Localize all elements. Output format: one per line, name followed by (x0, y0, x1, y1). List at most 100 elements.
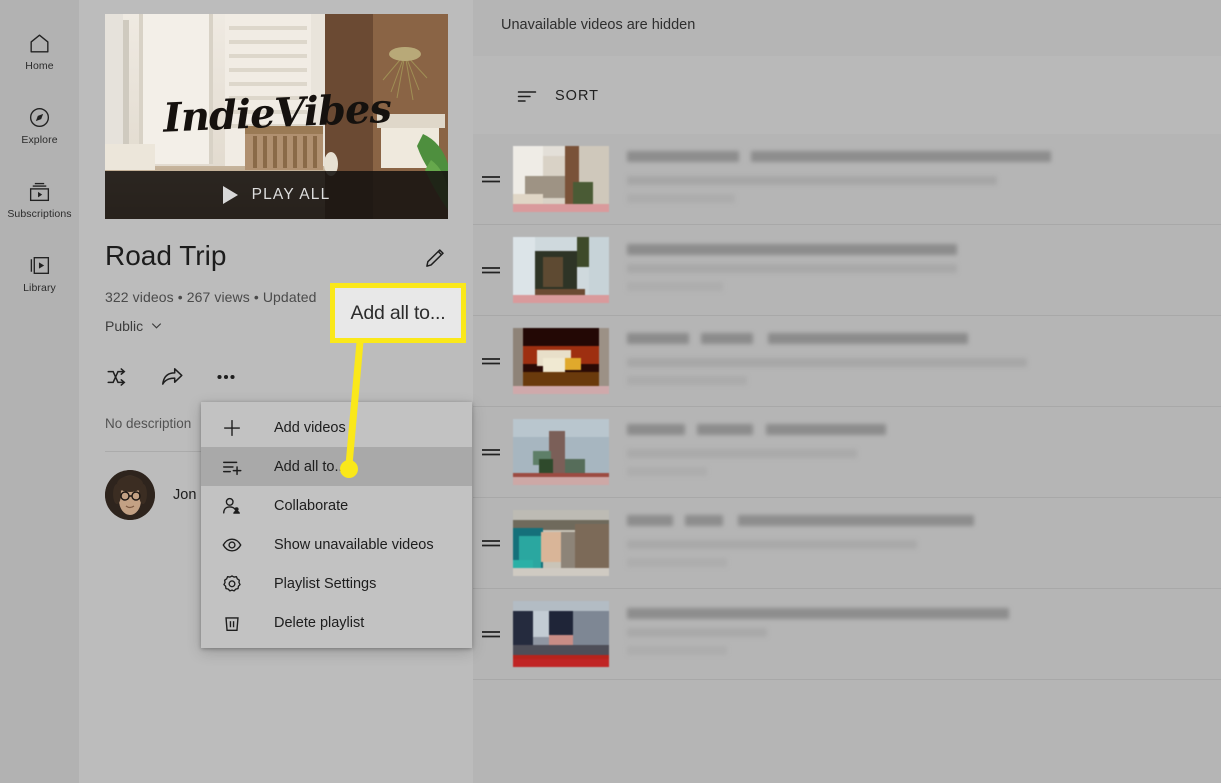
table-row[interactable] (473, 407, 1221, 498)
trash-icon (220, 611, 244, 635)
person-add-icon (220, 494, 244, 518)
sort-icon (515, 84, 539, 108)
menu-item-collaborate[interactable]: Collaborate (201, 486, 472, 525)
progress-bar (513, 295, 609, 303)
video-thumbnail[interactable] (513, 237, 609, 303)
shuffle-icon[interactable] (105, 364, 131, 390)
video-thumbnail[interactable] (513, 146, 609, 212)
play-all-button[interactable]: PLAY ALL (105, 171, 448, 219)
progress-bar (513, 386, 609, 394)
video-text-block (627, 147, 1221, 212)
video-text-block (627, 329, 1221, 394)
eye-icon (220, 533, 244, 557)
progress-bar (513, 568, 609, 576)
table-row[interactable] (473, 498, 1221, 589)
playlist-add-icon (220, 455, 244, 479)
sidebar-item-explore[interactable]: Explore (0, 88, 79, 162)
chevron-down-icon (149, 318, 164, 333)
drag-handle-icon[interactable] (479, 263, 505, 277)
plus-icon (220, 416, 244, 440)
video-sub-blur (627, 646, 727, 655)
video-title-blur (627, 150, 739, 162)
menu-item-playlist-settings[interactable]: Playlist Settings (201, 564, 472, 603)
video-title-blur (627, 332, 689, 344)
video-sub-blur (627, 448, 857, 458)
sidebar-item-library[interactable]: Library (0, 236, 79, 310)
menu-label: Delete playlist (274, 614, 365, 631)
youtube-playlist-page: Home Explore Subscriptions Library Indie… (0, 0, 1221, 783)
video-sub-blur (627, 466, 707, 476)
menu-label: Add all to... (274, 458, 347, 475)
sidebar-item-subscriptions[interactable]: Subscriptions (0, 162, 79, 236)
brand-logo-text: IndieVibes (161, 84, 392, 142)
callout-text: Add all to... (350, 301, 446, 324)
playlist-title-row: Road Trip (105, 240, 448, 272)
video-thumbnail[interactable] (513, 328, 609, 394)
play-all-label: PLAY ALL (251, 186, 331, 203)
three-dots-icon[interactable] (213, 364, 239, 390)
progress-bar (513, 204, 609, 212)
video-text-block (627, 240, 1221, 300)
sidebar-label-explore: Explore (21, 133, 58, 146)
drag-handle-icon[interactable] (479, 536, 505, 550)
unavailable-videos-note: Unavailable videos are hidden (501, 17, 696, 33)
sort-label: SORT (555, 88, 600, 104)
video-sub-blur (627, 175, 997, 185)
home-icon (27, 31, 52, 56)
video-thumbnail[interactable] (513, 510, 609, 576)
table-row[interactable] (473, 225, 1221, 316)
menu-label: Add videos (274, 419, 346, 436)
sidebar-item-home[interactable]: Home (0, 14, 79, 88)
video-sub-blur (627, 357, 1027, 367)
drag-handle-icon[interactable] (479, 172, 505, 186)
playlist-options-menu: Add videos Add all to... Collaborate Sho… (201, 402, 472, 648)
avatar (105, 469, 155, 520)
video-title-blur (627, 608, 1009, 619)
menu-item-show-unavailable-videos[interactable]: Show unavailable videos (201, 525, 472, 564)
video-sub-blur (627, 628, 767, 637)
video-title-blur (697, 423, 754, 435)
video-title-blur (751, 150, 1052, 162)
drag-handle-icon[interactable] (479, 354, 505, 368)
compass-icon (27, 105, 52, 130)
progress-bar (513, 659, 609, 667)
menu-label: Collaborate (274, 497, 349, 514)
playlist-action-bar (105, 364, 473, 390)
drag-handle-icon[interactable] (479, 627, 505, 641)
sidebar-label-home: Home (25, 59, 54, 72)
video-list-pane: Unavailable videos are hidden SORT (473, 0, 1221, 783)
privacy-selector[interactable]: Public (105, 318, 164, 334)
sort-bar: SORT (473, 56, 1221, 134)
menu-item-add-all-to[interactable]: Add all to... (201, 447, 472, 486)
video-sub-blur (627, 193, 735, 203)
menu-item-delete-playlist[interactable]: Delete playlist (201, 603, 472, 642)
video-thumbnail[interactable] (513, 419, 609, 485)
video-thumbnail[interactable] (513, 601, 609, 667)
library-icon (27, 253, 52, 278)
play-icon (222, 186, 238, 204)
progress-bar (513, 477, 609, 485)
playlist-thumbnail-card[interactable]: IndieVibes PLAY ALL (105, 14, 448, 219)
table-row[interactable] (473, 589, 1221, 680)
video-title-blur (737, 514, 974, 526)
menu-item-add-videos[interactable]: Add videos (201, 408, 472, 447)
video-sub-blur (627, 539, 917, 549)
pencil-icon[interactable] (422, 245, 448, 271)
video-sub-blur (627, 264, 957, 273)
privacy-label: Public (105, 317, 144, 334)
table-row[interactable] (473, 316, 1221, 407)
owner-name: Jon (173, 486, 197, 503)
share-arrow-icon[interactable] (159, 364, 185, 390)
drag-handle-icon[interactable] (479, 445, 505, 459)
video-title-blur (767, 332, 968, 344)
video-rows (473, 134, 1221, 680)
sidebar-label-library: Library (23, 281, 56, 294)
video-title-blur (627, 514, 673, 526)
playlist-info-panel: IndieVibes PLAY ALL Road Trip 322 videos… (79, 0, 473, 783)
video-sub-blur (627, 557, 727, 567)
menu-label: Playlist Settings (274, 575, 377, 592)
gear-icon (220, 572, 244, 596)
video-title-blur (701, 332, 754, 344)
sort-button[interactable]: SORT (515, 84, 599, 108)
table-row[interactable] (473, 134, 1221, 225)
